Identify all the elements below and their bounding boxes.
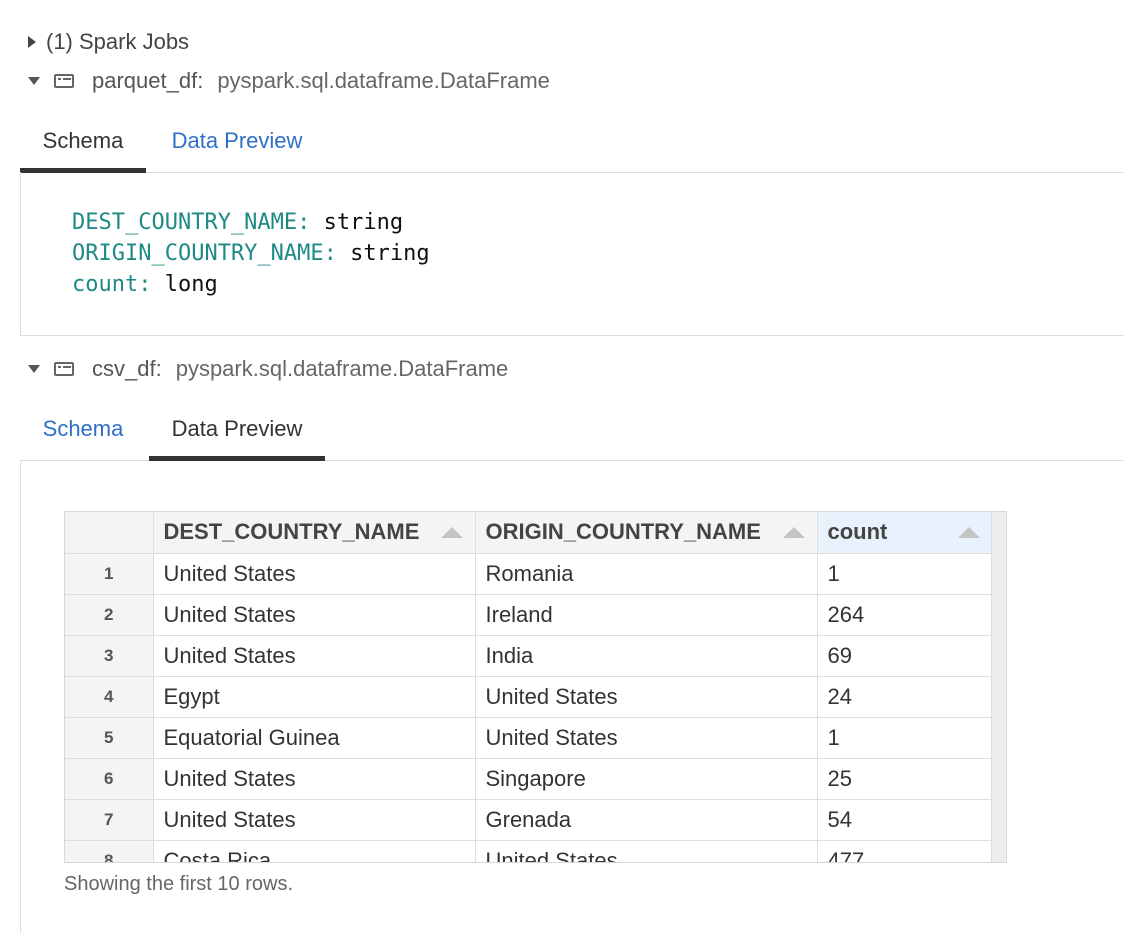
- table-row[interactable]: 6 United States Singapore 25: [65, 758, 993, 800]
- sort-arrow-icon[interactable]: [957, 527, 980, 538]
- field-name: ORIGIN_COUNTRY_NAME:: [72, 241, 337, 266]
- row-number: 4: [65, 676, 154, 718]
- row-number-header: [65, 512, 154, 554]
- cell-dest-country: United States: [153, 635, 476, 677]
- table-row[interactable]: 7 United States Grenada 54: [65, 799, 993, 841]
- row-number: 3: [65, 635, 154, 677]
- collapse-arrow-icon[interactable]: [28, 77, 40, 85]
- dataframe-table-icon: [54, 362, 74, 376]
- row-number: 7: [65, 799, 154, 841]
- table-row[interactable]: 3 United States India 69: [65, 635, 993, 677]
- table-row[interactable]: 8 Costa Rica United States 477: [65, 840, 993, 862]
- spark-jobs-label[interactable]: (1) Spark Jobs: [46, 29, 189, 55]
- cell-origin-country: Singapore: [475, 758, 818, 800]
- table-body: 1 United States Romania 1 2 United States Irel…: [65, 553, 993, 862]
- table-row[interactable]: 4 Egypt United States 24: [65, 676, 993, 718]
- parquet-df-header[interactable]: parquet_df: pyspark.sql.dataframe.DataFr…: [28, 68, 550, 94]
- cell-origin-country: United States: [475, 717, 818, 759]
- cell-origin-country: India: [475, 635, 818, 677]
- cell-origin-country: Ireland: [475, 594, 818, 636]
- cell-origin-country: United States: [475, 676, 818, 718]
- dataframe-name: csv_df:: [92, 356, 162, 381]
- column-header-label: count: [827, 519, 888, 545]
- column-header-label: ORIGIN_COUNTRY_NAME: [485, 519, 761, 545]
- data-grid[interactable]: DEST_COUNTRY_NAME ORIGIN_COUNTRY_NAME co…: [64, 511, 1007, 863]
- field-type: long: [164, 272, 218, 297]
- header-row: DEST_COUNTRY_NAME ORIGIN_COUNTRY_NAME co…: [65, 512, 993, 554]
- data-table: DEST_COUNTRY_NAME ORIGIN_COUNTRY_NAME co…: [65, 512, 993, 862]
- cell-dest-country: Costa Rica: [153, 840, 476, 862]
- cell-origin-country: United States: [475, 840, 818, 862]
- row-number: 6: [65, 758, 154, 800]
- row-number: 1: [65, 553, 154, 595]
- cell-count: 264: [817, 594, 993, 636]
- cell-count: 477: [817, 840, 993, 862]
- csv-df-header[interactable]: csv_df: pyspark.sql.dataframe.DataFrame: [28, 356, 508, 382]
- row-number: 8: [65, 840, 154, 862]
- cell-origin-country: Grenada: [475, 799, 818, 841]
- dataframe-name: parquet_df:: [92, 68, 204, 93]
- table-row[interactable]: 1 United States Romania 1: [65, 553, 993, 595]
- collapse-arrow-icon[interactable]: [28, 365, 40, 373]
- dataframe-type: pyspark.sql.dataframe.DataFrame: [175, 356, 509, 381]
- column-header[interactable]: DEST_COUNTRY_NAME: [153, 512, 476, 554]
- field-name: count:: [72, 272, 152, 297]
- schema-field: DEST_COUNTRY_NAME: string: [72, 207, 430, 238]
- expand-arrow-icon[interactable]: [28, 36, 36, 48]
- cell-dest-country: Egypt: [153, 676, 476, 718]
- table-row[interactable]: 5 Equatorial Guinea United States 1: [65, 717, 993, 759]
- parquet-df-tabs: Schema Data Preview: [20, 110, 1124, 173]
- csv-df-tabs: Schema Data Preview: [20, 398, 1124, 461]
- cell-dest-country: United States: [153, 553, 476, 595]
- cell-dest-country: United States: [153, 799, 476, 841]
- schema-panel: DEST_COUNTRY_NAME: string ORIGIN_COUNTRY…: [20, 172, 1124, 336]
- row-number: 2: [65, 594, 154, 636]
- cell-dest-country: United States: [153, 758, 476, 800]
- row-number: 5: [65, 717, 154, 759]
- column-header-label: DEST_COUNTRY_NAME: [163, 519, 420, 545]
- cell-dest-country: Equatorial Guinea: [153, 717, 476, 759]
- tab-data-preview[interactable]: Data Preview: [149, 398, 325, 461]
- schema-field: count: long: [72, 269, 430, 300]
- notebook-cell-output: (1) Spark Jobs parquet_df: pyspark.sql.d…: [0, 0, 1124, 933]
- rows-shown-note: Showing the first 10 rows.: [64, 873, 293, 895]
- field-name: DEST_COUNTRY_NAME:: [72, 210, 311, 235]
- field-type: string: [350, 241, 430, 266]
- cell-count: 1: [817, 717, 993, 759]
- cell-count: 25: [817, 758, 993, 800]
- schema-field: ORIGIN_COUNTRY_NAME: string: [72, 238, 430, 269]
- column-header[interactable]: ORIGIN_COUNTRY_NAME: [475, 512, 818, 554]
- tab-schema[interactable]: Schema: [20, 110, 146, 173]
- table-row[interactable]: 2 United States Ireland 264: [65, 594, 993, 636]
- sort-arrow-icon[interactable]: [782, 527, 805, 538]
- cell-count: 69: [817, 635, 993, 677]
- dataframe-type: pyspark.sql.dataframe.DataFrame: [217, 68, 550, 93]
- sort-arrow-icon[interactable]: [440, 527, 463, 538]
- cell-count: 54: [817, 799, 993, 841]
- cell-count: 24: [817, 676, 993, 718]
- column-header[interactable]: count: [817, 512, 993, 554]
- cell-origin-country: Romania: [475, 553, 818, 595]
- schema-list: DEST_COUNTRY_NAME: string ORIGIN_COUNTRY…: [72, 207, 430, 300]
- dataframe-table-icon: [54, 74, 74, 88]
- cell-dest-country: United States: [153, 594, 476, 636]
- tab-data-preview[interactable]: Data Preview: [150, 110, 324, 172]
- cell-count: 1: [817, 553, 993, 595]
- vertical-scrollbar[interactable]: [991, 512, 1006, 862]
- field-type: string: [323, 210, 404, 235]
- spark-jobs-toggle[interactable]: (1) Spark Jobs: [28, 29, 189, 55]
- tab-schema[interactable]: Schema: [20, 398, 146, 460]
